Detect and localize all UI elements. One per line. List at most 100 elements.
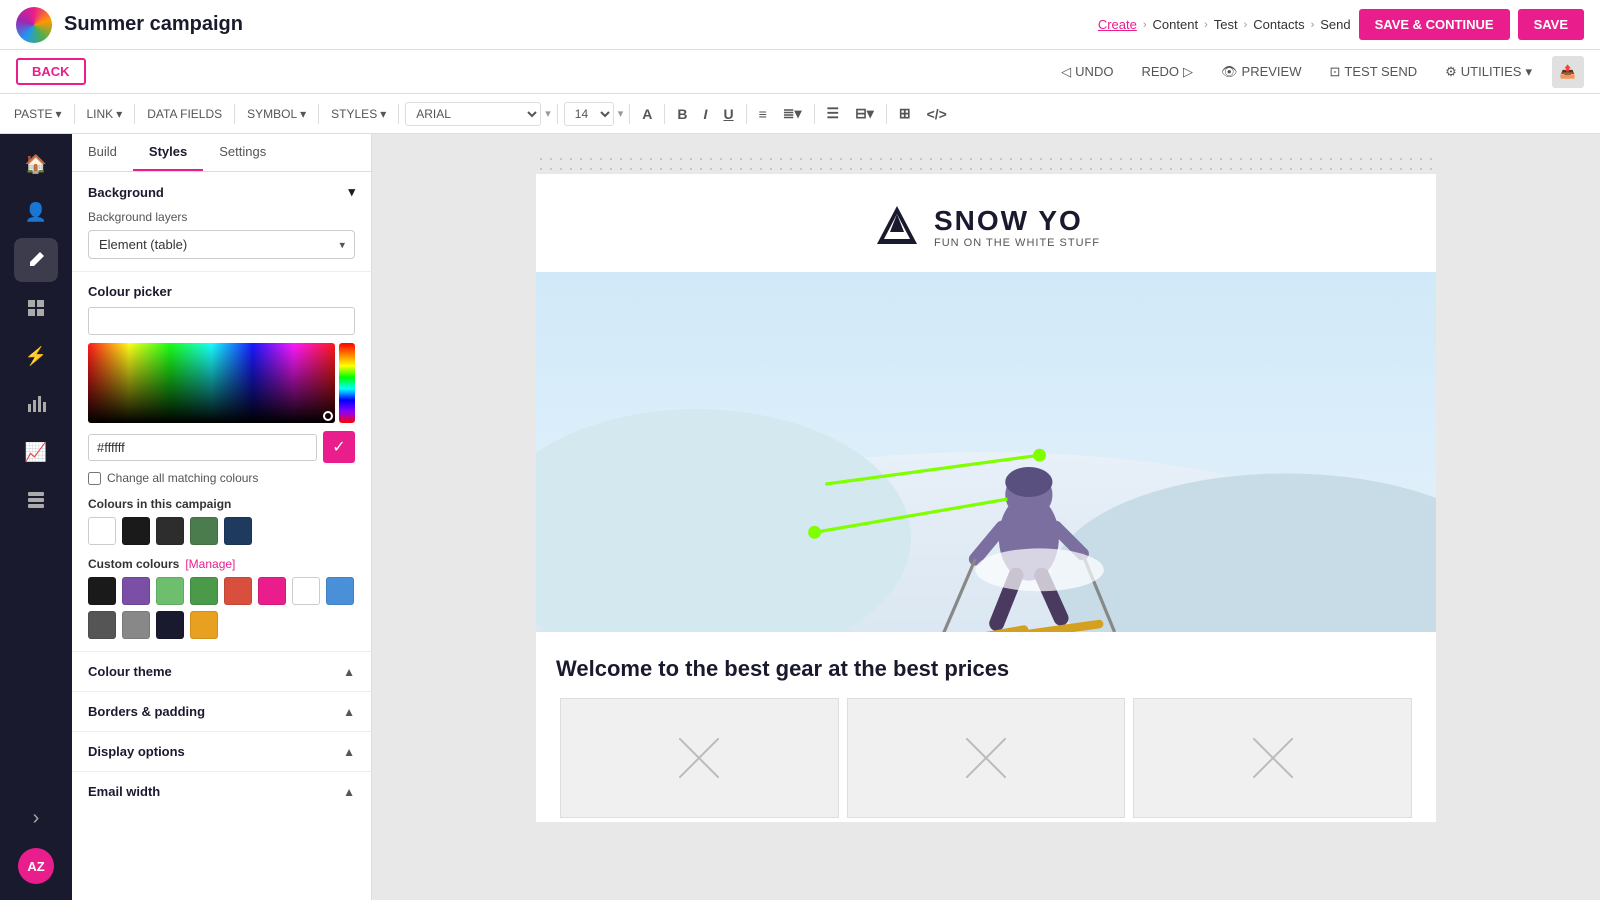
tab-build[interactable]: Build <box>72 134 133 171</box>
colours-in-campaign-label: Colours in this campaign <box>88 497 355 511</box>
colour-theme-header[interactable]: Colour theme ▲ <box>88 664 355 679</box>
tab-settings[interactable]: Settings <box>203 134 282 171</box>
italic-button[interactable]: I <box>698 102 714 126</box>
redo-button[interactable]: REDO ▷ <box>1133 60 1201 84</box>
manage-colours-link[interactable]: [Manage] <box>185 557 235 571</box>
undo-button[interactable]: ◁ UNDO <box>1053 60 1121 84</box>
product-placeholder-1 <box>560 698 839 818</box>
colour-theme-section: Colour theme ▲ <box>72 651 371 691</box>
table-button[interactable]: ⊞ <box>893 101 917 126</box>
colour-hue-slider[interactable] <box>339 343 355 423</box>
background-header[interactable]: Background ▾ <box>88 184 355 200</box>
save-button[interactable]: SAVE <box>1518 9 1584 40</box>
email-width-section: Email width ▲ <box>72 771 371 811</box>
upload-button[interactable]: 📤 <box>1552 56 1584 88</box>
breadcrumb-content[interactable]: Content <box>1153 17 1199 32</box>
preview-button[interactable]: 👁 PREVIEW <box>1213 60 1309 84</box>
background-layers-select[interactable]: Element (table) Container Page <box>88 230 355 259</box>
sidebar-item-reports[interactable] <box>14 382 58 426</box>
custom-colours-label: Custom colours <box>88 557 179 571</box>
custom-swatch-2[interactable] <box>156 577 184 605</box>
welcome-text: Welcome to the best gear at the best pri… <box>536 632 1436 694</box>
campaign-swatch-1[interactable] <box>122 517 150 545</box>
custom-swatch-0[interactable] <box>88 577 116 605</box>
display-options-header[interactable]: Display options ▲ <box>88 744 355 759</box>
custom-swatch-9[interactable] <box>122 611 150 639</box>
campaign-swatch-2[interactable] <box>156 517 184 545</box>
list-options-button[interactable]: ⊟▾ <box>849 101 880 126</box>
underline-button[interactable]: U <box>717 102 739 126</box>
utilities-button[interactable]: ⚙ UTILITIES ▾ <box>1437 60 1540 84</box>
custom-swatch-8[interactable] <box>88 611 116 639</box>
breadcrumb-create[interactable]: Create <box>1098 17 1137 32</box>
email-width-header[interactable]: Email width ▲ <box>88 784 355 799</box>
colour-confirm-button[interactable]: ✓ <box>323 431 355 463</box>
custom-swatch-5[interactable] <box>258 577 286 605</box>
toolbar-sep-3 <box>234 104 235 124</box>
custom-swatch-7[interactable] <box>326 577 354 605</box>
sidebar-item-edit[interactable] <box>14 238 58 282</box>
email-logo-area: SNOW YO FUN ON THE WHITE STUFF <box>536 174 1436 272</box>
campaign-swatch-4[interactable] <box>224 517 252 545</box>
user-avatar[interactable]: AZ <box>18 848 54 884</box>
campaign-swatch-3[interactable] <box>190 517 218 545</box>
symbol-button[interactable]: SYMBOL ▾ <box>241 103 312 125</box>
breadcrumb-test[interactable]: Test <box>1214 17 1238 32</box>
save-continue-button[interactable]: SAVE & CONTINUE <box>1359 9 1510 40</box>
custom-swatch-1[interactable] <box>122 577 150 605</box>
toolbar-sep-5 <box>398 104 399 124</box>
test-send-label: TEST SEND <box>1344 64 1417 79</box>
borders-padding-section: Borders & padding ▲ <box>72 691 371 731</box>
icon-sidebar: 🏠 👤 ⚡ 📈 › AZ <box>0 134 72 900</box>
colour-preview-bar[interactable] <box>88 307 355 335</box>
tab-styles[interactable]: Styles <box>133 134 203 171</box>
align-options-button[interactable]: ≣▾ <box>777 101 808 126</box>
data-fields-button[interactable]: DATA FIELDS <box>141 103 228 125</box>
toolbar-sep-10 <box>814 104 815 124</box>
custom-swatch-6[interactable] <box>292 577 320 605</box>
custom-swatch-11[interactable] <box>190 611 218 639</box>
text-color-button[interactable]: A <box>636 102 658 126</box>
font-select[interactable]: ARIAL Times New Roman Georgia <box>405 102 541 126</box>
redo-icon: ▷ <box>1183 64 1193 80</box>
breadcrumb-send[interactable]: Send <box>1320 17 1350 32</box>
font-chevron: ▾ <box>545 107 551 120</box>
toolbar-sep-2 <box>134 104 135 124</box>
breadcrumb-sep-2: › <box>1204 19 1208 31</box>
preview-label: PREVIEW <box>1242 64 1302 79</box>
colour-hex-input[interactable]: #ffffff <box>88 434 317 461</box>
custom-swatch-10[interactable] <box>156 611 184 639</box>
list-button[interactable]: ☰ <box>821 101 846 126</box>
breadcrumb-contacts[interactable]: Contacts <box>1253 17 1304 32</box>
sidebar-item-grid[interactable] <box>14 286 58 330</box>
code-button[interactable]: </> <box>921 102 953 126</box>
sidebar-item-blocks[interactable] <box>14 478 58 522</box>
custom-colours-header: Custom colours [Manage] <box>88 557 355 571</box>
align-left-button[interactable]: ≡ <box>753 102 773 126</box>
campaign-swatch-0[interactable] <box>88 517 116 545</box>
canvas-area[interactable]: SNOW YO FUN ON THE WHITE STUFF <box>372 134 1600 900</box>
custom-swatch-3[interactable] <box>190 577 218 605</box>
app-logo[interactable] <box>16 7 52 43</box>
back-button[interactable]: BACK <box>16 58 86 85</box>
colour-gradient-picker[interactable] <box>88 343 335 423</box>
test-send-icon: ⊡ <box>1330 64 1341 80</box>
borders-padding-header[interactable]: Borders & padding ▲ <box>88 704 355 719</box>
font-size-select[interactable]: 14 12 16 18 <box>564 102 614 126</box>
sidebar-item-home[interactable]: 🏠 <box>14 142 58 186</box>
paste-button[interactable]: PASTE ▾ <box>8 103 68 125</box>
change-matching-checkbox[interactable] <box>88 472 101 485</box>
test-send-button[interactable]: ⊡ TEST SEND <box>1322 60 1426 84</box>
link-button[interactable]: LINK ▾ <box>81 103 129 125</box>
logo-container: SNOW YO FUN ON THE WHITE STUFF <box>872 204 1100 249</box>
placeholder-icon-3 <box>1253 738 1293 778</box>
styles-button[interactable]: STYLES ▾ <box>325 103 392 125</box>
custom-swatch-4[interactable] <box>224 577 252 605</box>
sidebar-item-users[interactable]: 👤 <box>14 190 58 234</box>
sidebar-item-expand[interactable]: › <box>14 796 58 840</box>
breadcrumb-sep-1: › <box>1143 19 1147 31</box>
styles-label: STYLES <box>331 107 377 121</box>
sidebar-item-lightning[interactable]: ⚡ <box>14 334 58 378</box>
sidebar-item-analytics[interactable]: 📈 <box>14 430 58 474</box>
bold-button[interactable]: B <box>671 102 693 126</box>
